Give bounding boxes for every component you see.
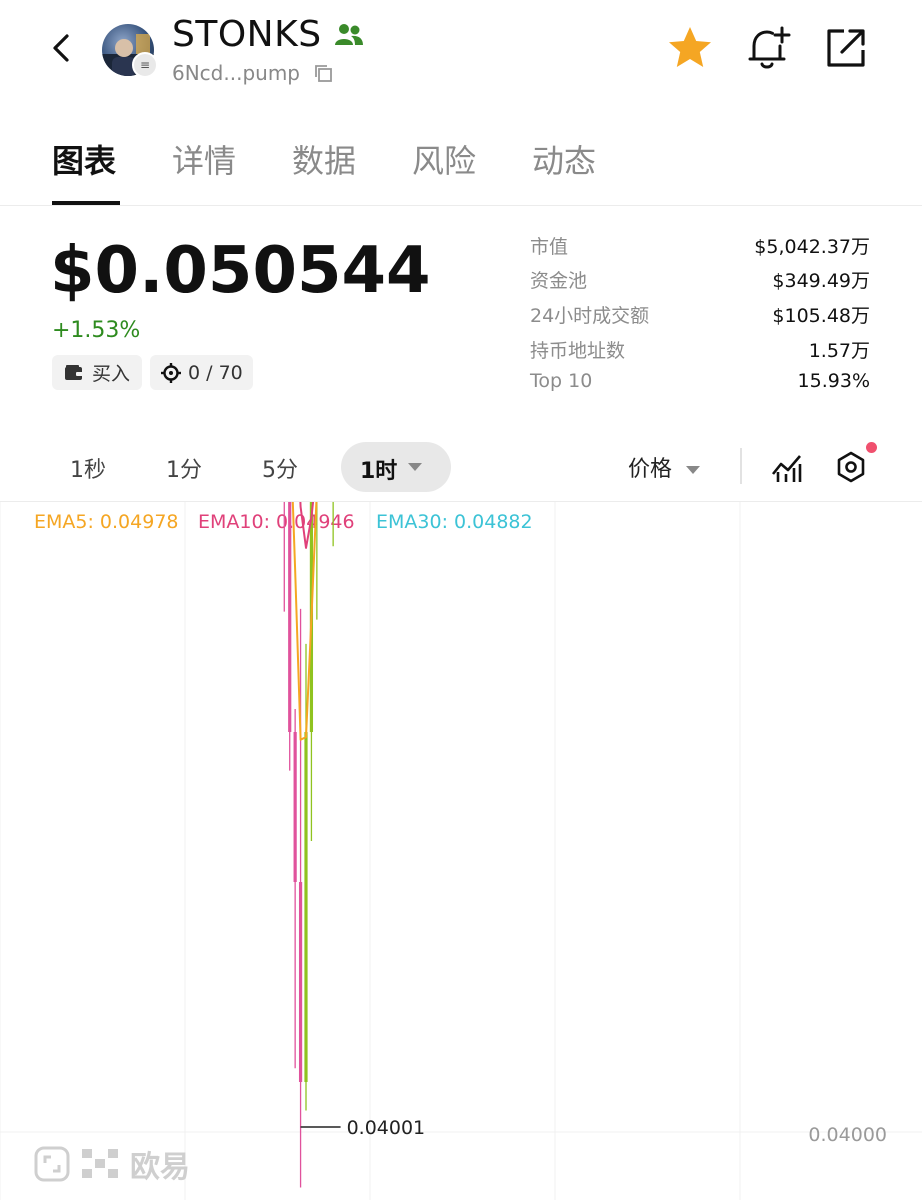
chevron-down-icon <box>686 466 701 474</box>
token-address: 6Ncd...pump <box>172 61 300 85</box>
stat-label-volume: 24小时成交额 <box>530 305 650 327</box>
ema-lines <box>291 502 318 741</box>
chain-badge: ≡ <box>132 52 158 78</box>
current-price: $0.050544 <box>50 234 431 308</box>
settings-icon[interactable] <box>834 450 868 484</box>
price-select[interactable]: 价格 <box>628 451 701 483</box>
target-label: 0 / 70 <box>188 361 243 384</box>
divider <box>740 448 742 484</box>
expand-icon <box>34 1146 70 1182</box>
token-name: STONKS <box>172 14 322 55</box>
star-icon[interactable] <box>666 24 714 72</box>
notification-dot <box>866 442 877 453</box>
ema-line <box>299 502 315 549</box>
tab-data[interactable]: 数据 <box>292 136 356 182</box>
candle-body <box>304 732 308 1082</box>
target-icon <box>161 362 181 383</box>
candle-body <box>288 502 292 732</box>
price-chart[interactable]: 0.052000.048000.046000.044000.042000.040… <box>0 502 922 1200</box>
y-tick-label: 0.04000 <box>808 1124 887 1146</box>
interval-1m[interactable]: 1分 <box>166 452 202 484</box>
stat-value-holders: 1.57万 <box>808 340 870 362</box>
candle-body <box>298 882 303 1082</box>
stat-value-liquidity: $349.49万 <box>772 270 870 292</box>
chevron-down-icon <box>408 463 422 471</box>
ema-line <box>291 502 318 741</box>
share-icon[interactable] <box>822 24 870 72</box>
interval-5m[interactable]: 5分 <box>262 452 298 484</box>
y-axis: 0.052000.048000.046000.044000.042000.040… <box>808 1124 887 1146</box>
candles <box>283 502 334 1188</box>
wallet-icon <box>65 364 83 380</box>
divider <box>0 205 922 206</box>
tab-risk[interactable]: 风险 <box>412 136 476 182</box>
candle-body <box>293 732 297 882</box>
watermark: 欧易 <box>34 1142 190 1186</box>
stat-label-liquidity: 资金池 <box>530 270 588 292</box>
bell-plus-icon[interactable] <box>744 24 792 72</box>
back-icon[interactable] <box>40 26 84 70</box>
copy-icon[interactable] <box>313 63 333 83</box>
tab-activity[interactable]: 动态 <box>532 136 596 182</box>
watermark-label: 欧易 <box>130 1150 190 1185</box>
target-counter[interactable]: 0 / 70 <box>150 355 253 390</box>
stat-label-market-cap: 市值 <box>530 236 569 258</box>
stat-value-top10: 15.93% <box>797 370 870 392</box>
low-price-label: 0.04001 <box>347 1117 426 1139</box>
interval-1h-label: 1时 <box>360 459 398 484</box>
buy-button[interactable]: 买入 <box>52 355 142 390</box>
tab-details[interactable]: 详情 <box>172 136 236 182</box>
okx-logo-icon <box>82 1149 118 1178</box>
tab-chart[interactable]: 图表 <box>52 136 116 182</box>
annotations: 0.051650.040010.05043B1B2 <box>300 1117 426 1139</box>
price-change: +1.53% <box>52 318 141 343</box>
stat-value-volume: $105.48万 <box>772 305 870 327</box>
community-icon[interactable] <box>334 22 364 48</box>
price-select-label: 价格 <box>628 457 673 482</box>
stat-label-holders: 持币地址数 <box>530 340 626 362</box>
interval-1s[interactable]: 1秒 <box>70 452 106 484</box>
chart-grid <box>0 502 922 1200</box>
stat-label-top10: Top 10 <box>530 370 593 392</box>
stat-value-market-cap: $5,042.37万 <box>754 236 870 258</box>
indicator-icon[interactable] <box>770 450 804 484</box>
buy-label: 买入 <box>92 363 131 385</box>
